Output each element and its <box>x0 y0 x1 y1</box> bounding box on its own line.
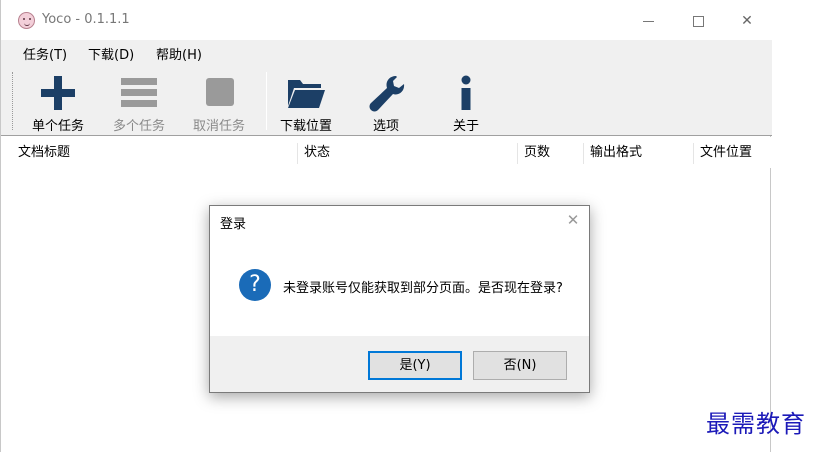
close-button[interactable]: ✕ <box>732 8 762 34</box>
dialog-title: 登录 <box>220 217 247 232</box>
column-divider[interactable] <box>517 143 518 164</box>
minimize-button[interactable] <box>633 8 663 34</box>
column-divider[interactable] <box>297 143 298 164</box>
stop-icon <box>206 78 234 106</box>
login-dialog: 登录 ✕ ? 未登录账号仅能获取到部分页面。是否现在登录? 是(Y) 否(N) <box>209 205 590 393</box>
column-header-pages[interactable]: 页数 <box>519 137 550 168</box>
about-label: 关于 <box>452 119 479 134</box>
app-logo-icon <box>18 12 35 29</box>
cancel-task-button[interactable]: 取消任务 <box>184 70 254 134</box>
column-header-format[interactable]: 输出格式 <box>585 137 642 168</box>
title-bar: Yoco - 0.1.1.1 ✕ <box>1 0 772 40</box>
question-icon: ? <box>239 269 271 301</box>
info-icon <box>461 75 471 110</box>
column-header-status[interactable]: 状态 <box>299 137 330 168</box>
wrench-icon <box>369 76 405 112</box>
options-button[interactable]: 选项 <box>351 70 421 134</box>
yes-button[interactable]: 是(Y) <box>368 351 462 380</box>
toolbar: 单个任务 多个任务 取消任务 下载位置 选项 关于 <box>1 64 772 136</box>
menu-task[interactable]: 任务(T) <box>23 44 67 63</box>
dialog-message: 未登录账号仅能获取到部分页面。是否现在登录? <box>283 281 563 296</box>
column-header-title[interactable]: 文档标题 <box>13 137 70 168</box>
column-header-location[interactable]: 文件位置 <box>695 137 752 168</box>
window-title: Yoco - 0.1.1.1 <box>42 12 130 27</box>
dialog-button-bar: 是(Y) 否(N) <box>210 336 589 392</box>
toolbar-separator <box>266 72 267 130</box>
minimize-icon <box>642 20 654 22</box>
menu-bar: 任务(T) 下载(D) 帮助(H) <box>1 40 772 64</box>
options-label: 选项 <box>372 119 399 134</box>
menu-download[interactable]: 下载(D) <box>88 44 134 63</box>
dialog-close-button[interactable]: ✕ <box>563 210 583 230</box>
task-list-header: 文档标题 状态 页数 输出格式 文件位置 <box>1 137 772 168</box>
download-location-button[interactable]: 下载位置 <box>271 70 341 134</box>
watermark-text: 最需教育 <box>706 410 806 438</box>
maximize-button[interactable] <box>683 8 713 34</box>
maximize-icon <box>692 15 704 27</box>
single-task-label: 单个任务 <box>31 119 84 134</box>
column-divider[interactable] <box>583 143 584 164</box>
cancel-task-label: 取消任务 <box>192 119 245 134</box>
column-divider[interactable] <box>693 143 694 164</box>
about-button[interactable]: 关于 <box>431 70 501 134</box>
download-location-label: 下载位置 <box>279 119 332 134</box>
list-icon <box>121 78 157 107</box>
no-button[interactable]: 否(N) <box>473 351 567 380</box>
folder-icon <box>288 80 325 108</box>
single-task-button[interactable]: 单个任务 <box>23 70 93 134</box>
menu-help[interactable]: 帮助(H) <box>156 44 202 63</box>
multi-task-label: 多个任务 <box>112 119 165 134</box>
plus-icon <box>41 76 75 110</box>
toolbar-grip[interactable] <box>12 72 14 130</box>
multi-task-button[interactable]: 多个任务 <box>104 70 174 134</box>
